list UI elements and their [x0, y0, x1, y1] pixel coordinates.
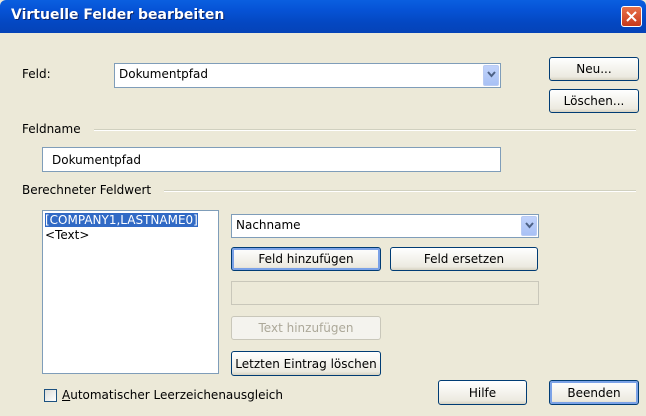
berechnet-separator: [164, 190, 636, 192]
letzten-eintrag-loeschen-button[interactable]: Letzten Eintrag löschen: [231, 351, 381, 376]
auto-leerzeichen-label[interactable]: Automatischer Leerzeichenausgleich: [62, 388, 283, 402]
title-bar[interactable]: Virtuelle Felder bearbeiten: [0, 0, 646, 33]
feldname-input[interactable]: [42, 147, 501, 172]
feld-combobox-arrow[interactable]: [483, 65, 499, 86]
text-hinzufuegen-button[interactable]: Text hinzufügen: [231, 316, 381, 340]
loeschen-button[interactable]: Löschen...: [549, 89, 639, 113]
berechnet-group-label: Berechneter Feldwert: [22, 183, 152, 197]
window-title: Virtuelle Felder bearbeiten: [11, 7, 225, 23]
close-button[interactable]: [621, 6, 642, 27]
close-icon: [626, 11, 637, 22]
chevron-down-icon: [487, 71, 496, 78]
field-select-arrow[interactable]: [521, 216, 537, 236]
feld-ersetzen-button[interactable]: Feld ersetzen: [390, 247, 538, 271]
feldname-group-label: Feldname: [22, 122, 81, 136]
list-item[interactable]: <Text>: [45, 228, 89, 242]
feld-combobox[interactable]: Dokumentpfad: [114, 63, 501, 88]
auto-leerzeichen-label-text: utomatischer Leerzeichenausgleich: [70, 388, 284, 402]
field-select-value: Nachname: [236, 218, 301, 232]
auto-leerzeichen-accesskey: A: [62, 388, 71, 402]
feld-hinzufuegen-button[interactable]: Feld hinzufügen: [231, 247, 381, 271]
dialog-window: Virtuelle Felder bearbeiten Feld: Dokume…: [0, 0, 646, 416]
list-item[interactable]: [COMPANY1,LASTNAME0]: [45, 213, 198, 227]
feld-label: Feld:: [22, 67, 51, 81]
feldname-separator: [94, 129, 636, 131]
chevron-down-icon: [525, 222, 534, 229]
text-input-field[interactable]: [232, 282, 538, 304]
feldname-input-field[interactable]: [43, 148, 500, 171]
neu-button[interactable]: Neu...: [549, 57, 639, 81]
beenden-button[interactable]: Beenden: [549, 380, 639, 405]
field-select-combobox[interactable]: Nachname: [231, 214, 539, 238]
text-input[interactable]: [231, 281, 539, 305]
feld-combobox-value: Dokumentpfad: [119, 67, 208, 81]
hilfe-button[interactable]: Hilfe: [438, 380, 527, 405]
auto-leerzeichen-checkbox[interactable]: [44, 389, 57, 402]
feldwert-listbox[interactable]: [COMPANY1,LASTNAME0] <Text>: [42, 210, 219, 374]
